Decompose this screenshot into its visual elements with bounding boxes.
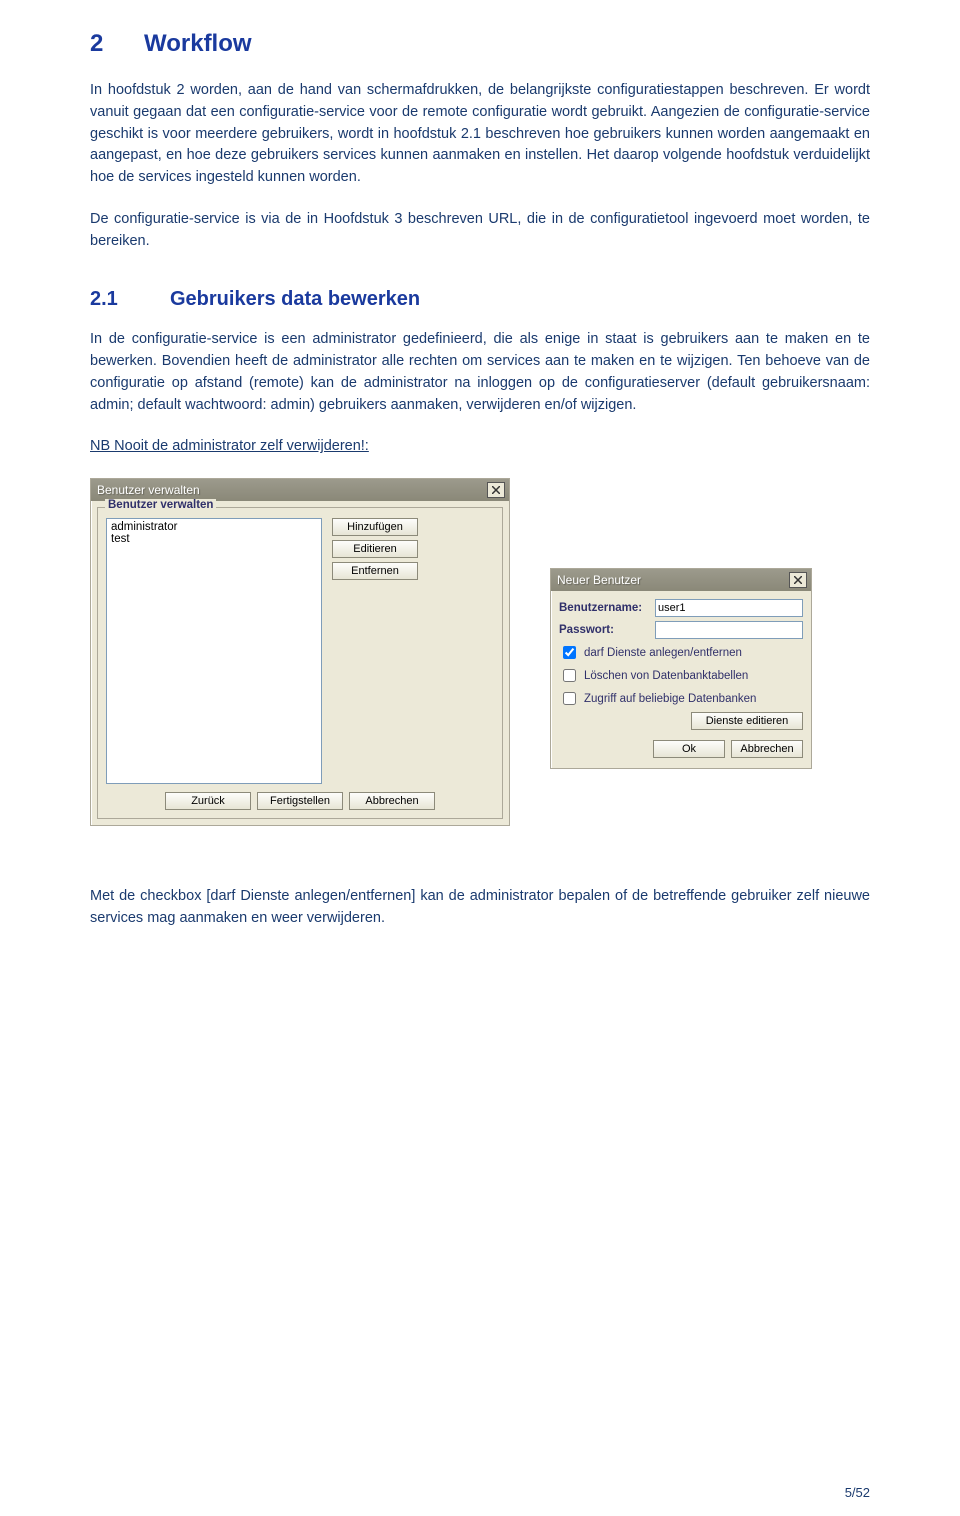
group-legend: Benutzer verwalten bbox=[105, 499, 216, 511]
paragraph-intro-2: De configuratie-service is via de in Hoo… bbox=[90, 209, 870, 253]
paragraph-users: In de configuratie-service is een admini… bbox=[90, 329, 870, 416]
any-db-checkbox[interactable] bbox=[563, 692, 576, 705]
list-item[interactable]: test bbox=[109, 533, 319, 545]
any-db-checkbox-label: Zugriff auf beliebige Datenbanken bbox=[584, 693, 756, 705]
dialog-title: Benutzer verwalten bbox=[97, 483, 200, 497]
finish-button[interactable]: Fertigstellen bbox=[257, 792, 343, 810]
new-user-dialog: Neuer Benutzer Benutzername: Passwort: d… bbox=[550, 568, 812, 769]
subheading-text: Gebruikers data bewerken bbox=[170, 288, 420, 310]
dialog-title: Neuer Benutzer bbox=[557, 573, 641, 587]
page-number: 5/52 bbox=[845, 1485, 870, 1500]
manage-users-dialog: Benutzer verwalten Benutzer verwalten ad… bbox=[90, 478, 510, 826]
password-field[interactable] bbox=[655, 621, 803, 639]
user-groupbox: Benutzer verwalten administrator test Hi… bbox=[97, 507, 503, 819]
close-icon[interactable] bbox=[789, 572, 807, 588]
subheading-number: 2.1 bbox=[90, 288, 170, 311]
remove-button[interactable]: Entfernen bbox=[332, 562, 418, 580]
close-icon[interactable] bbox=[487, 482, 505, 498]
user-listbox[interactable]: administrator test bbox=[106, 518, 322, 784]
subheading-users: 2.1Gebruikers data bewerken bbox=[90, 288, 870, 311]
cancel-button[interactable]: Abbrechen bbox=[349, 792, 435, 810]
delete-tables-checkbox-label: Löschen von Datenbanktabellen bbox=[584, 670, 748, 682]
paragraph-intro-1: In hoofdstuk 2 worden, aan de hand van s… bbox=[90, 80, 870, 189]
back-button[interactable]: Zurück bbox=[165, 792, 251, 810]
heading-workflow: 2Workflow bbox=[90, 30, 870, 58]
dialog-titlebar: Neuer Benutzer bbox=[551, 569, 811, 591]
paragraph-nb: NB Nooit de administrator zelf verwijder… bbox=[90, 436, 870, 458]
username-field[interactable] bbox=[655, 599, 803, 617]
paragraph-checkbox-note: Met de checkbox [darf Dienste anlegen/en… bbox=[90, 886, 870, 930]
username-label: Benutzername: bbox=[559, 602, 655, 614]
heading-number: 2 bbox=[90, 30, 144, 58]
add-button[interactable]: Hinzufügen bbox=[332, 518, 418, 536]
dialog-titlebar: Benutzer verwalten bbox=[91, 479, 509, 501]
ok-button[interactable]: Ok bbox=[653, 740, 725, 758]
heading-text: Workflow bbox=[144, 30, 252, 57]
delete-tables-checkbox[interactable] bbox=[563, 669, 576, 682]
cancel-button[interactable]: Abbrechen bbox=[731, 740, 803, 758]
list-item[interactable]: administrator bbox=[109, 521, 319, 533]
edit-services-button[interactable]: Dienste editieren bbox=[691, 712, 803, 730]
services-checkbox-label: darf Dienste anlegen/entfernen bbox=[584, 647, 742, 659]
services-checkbox[interactable] bbox=[563, 646, 576, 659]
edit-button[interactable]: Editieren bbox=[332, 540, 418, 558]
password-label: Passwort: bbox=[559, 624, 655, 636]
